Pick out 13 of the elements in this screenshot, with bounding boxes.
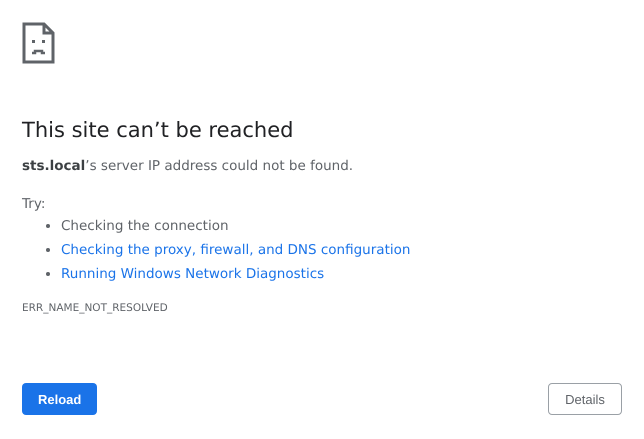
suggestion-link[interactable]: Running Windows Network Diagnostics	[61, 264, 324, 284]
suggestion-text: Checking the connection	[61, 217, 229, 236]
bullet-icon	[46, 224, 50, 228]
suggestion-link[interactable]: Checking the proxy, firewall, and DNS configuration	[61, 240, 410, 260]
bullet-icon	[46, 248, 50, 252]
try-label: Try:	[22, 195, 46, 214]
details-button[interactable]: Details	[548, 383, 622, 415]
reload-button[interactable]: Reload	[22, 383, 98, 415]
error-message: sts.local’s server IP address could not be found.	[22, 157, 354, 176]
error-code: ERR_NAME_NOT_RESOLVED	[22, 302, 168, 314]
sad-page-icon	[22, 22, 55, 64]
error-heading: This site can’t be reached	[22, 117, 294, 144]
bullet-icon	[46, 272, 50, 276]
